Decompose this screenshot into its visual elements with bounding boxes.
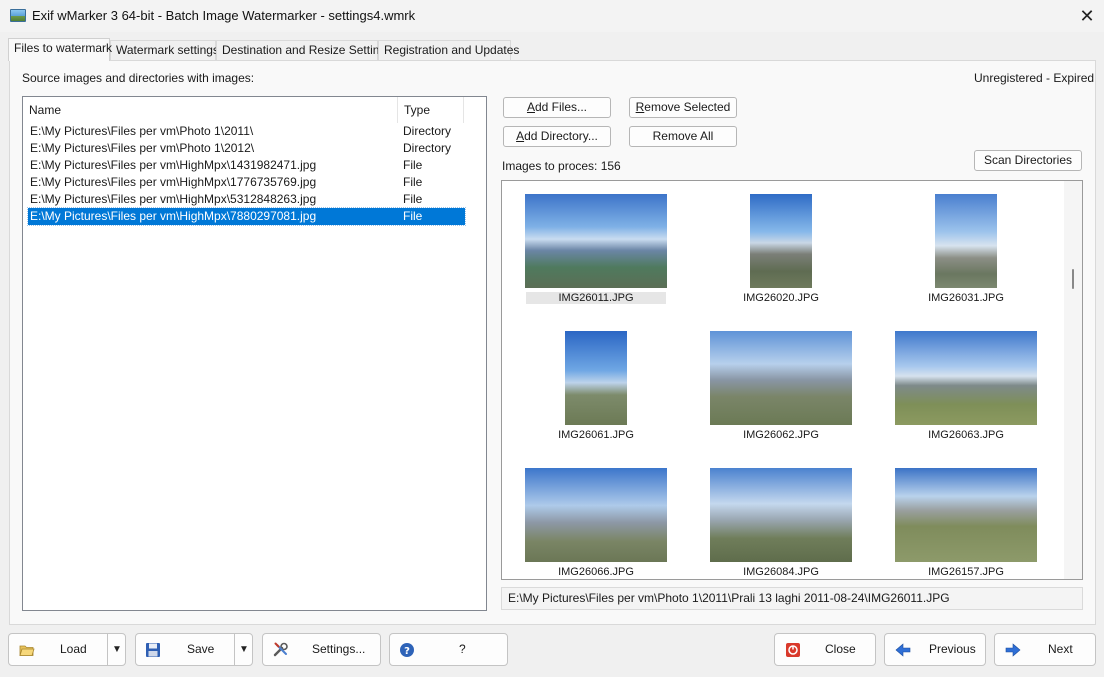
tab-watermark-settings[interactable]: Watermark settings [110,40,219,60]
thumbnail-image[interactable] [750,194,812,288]
list-item-type: File [403,209,423,223]
list-item-type: Directory [403,141,452,155]
thumbnail-caption[interactable]: IMG26011.JPG [526,292,666,304]
list-item-name: E:\My Pictures\Files per vm\HighMpx\1431… [30,158,317,172]
list-item[interactable]: E:\My Pictures\Files per vm\HighMpx\5312… [28,191,465,208]
tab-files-to-watermark[interactable]: Files to watermark [8,38,112,61]
arrow-right-icon [1005,643,1021,657]
thumbnail-caption[interactable]: IMG26031.JPG [896,292,1036,304]
scan-directories-button[interactable]: Scan Directories [974,150,1082,171]
column-header-type[interactable]: Type [398,97,464,123]
source-file-list[interactable]: Name Type E:\My Pictures\Files per vm\Ph… [22,96,487,611]
remove-all-button[interactable]: Remove All [629,126,737,147]
tab-destination-resize[interactable]: Destination and Resize Settings [216,40,392,60]
settings-button[interactable]: Settings... [262,633,381,666]
floppy-disk-icon [146,643,160,657]
list-item-name: E:\My Pictures\Files per vm\HighMpx\1776… [30,175,317,189]
save-button[interactable]: Save ▼ [135,633,253,666]
app-icon [10,9,26,22]
list-item-selected[interactable]: E:\My Pictures\Files per vm\HighMpx\7880… [27,207,466,226]
thumbnail-caption[interactable]: IMG26063.JPG [896,429,1036,441]
previous-button[interactable]: Previous [884,633,986,666]
thumbnail-caption[interactable]: IMG26084.JPG [711,566,851,578]
help-icon: ? [400,643,414,657]
load-dropdown-chevron-icon[interactable]: ▼ [108,634,126,665]
source-images-heading: Source images and directories with image… [22,71,255,85]
list-item-name: E:\My Pictures\Files per vm\HighMpx\5312… [30,192,317,206]
folder-open-icon [19,645,35,656]
thumbnail-caption[interactable]: IMG26157.JPG [896,566,1036,578]
thumbnail-image[interactable] [525,468,667,562]
list-item-type: File [403,192,423,206]
next-button[interactable]: Next [994,633,1096,666]
remove-selected-button[interactable]: Remove Selected [629,97,737,118]
list-item-type: Directory [403,124,452,138]
arrow-left-icon [895,643,911,657]
add-directory-button[interactable]: Add Directory... [503,126,611,147]
list-item[interactable]: E:\My Pictures\Files per vm\Photo 1\2011… [28,123,465,140]
svg-text:?: ? [404,646,410,657]
title-bar: Exif wMarker 3 64-bit - Batch Image Wate… [0,0,1104,32]
images-count: Images to proces: 156 [502,159,621,173]
tab-registration-updates[interactable]: Registration and Updates [378,40,519,60]
thumbnail-grid[interactable]: IMG26011.JPG IMG26020.JPG IMG26031.JPG I… [501,180,1083,580]
list-item-type: File [403,175,423,189]
list-item[interactable]: E:\My Pictures\Files per vm\HighMpx\1431… [28,157,465,174]
list-item-type: File [403,158,423,172]
thumbnail-caption[interactable]: IMG26066.JPG [526,566,666,578]
thumbnail-image[interactable] [525,194,667,288]
close-window-button[interactable]: ✕ [1072,2,1102,30]
list-header: Name Type [23,97,486,123]
list-item-name: E:\My Pictures\Files per vm\Photo 1\2011… [30,124,254,138]
license-status: Unregistered - Expired [974,71,1095,85]
list-item[interactable]: E:\My Pictures\Files per vm\Photo 1\2012… [28,140,465,157]
thumbnail-image[interactable] [710,331,852,425]
load-button[interactable]: Load ▼ [8,633,126,666]
list-item-name: E:\My Pictures\Files per vm\Photo 1\2012… [30,141,255,155]
save-dropdown-chevron-icon[interactable]: ▼ [235,634,253,665]
window-title: Exif wMarker 3 64-bit - Batch Image Wate… [32,8,416,23]
current-image-path: E:\My Pictures\Files per vm\Photo 1\2011… [501,587,1083,610]
thumbnail-image[interactable] [895,331,1037,425]
scrollbar-thumb[interactable] [1072,269,1074,289]
list-item[interactable]: E:\My Pictures\Files per vm\HighMpx\1776… [28,174,465,191]
thumbnail-caption[interactable]: IMG26020.JPG [711,292,851,304]
thumbnail-image[interactable] [895,468,1037,562]
tab-strip: Files to watermark Watermark settings De… [8,38,1096,61]
thumbnail-image[interactable] [935,194,997,288]
list-item-name: E:\My Pictures\Files per vm\HighMpx\7880… [30,209,317,223]
thumbnail-image[interactable] [710,468,852,562]
help-button[interactable]: ? ? [389,633,508,666]
tools-icon [273,642,288,657]
stop-icon [786,643,800,657]
thumbnail-scrollbar[interactable] [1064,181,1082,579]
add-files-button[interactable]: Add Files... [503,97,611,118]
thumbnail-caption[interactable]: IMG26061.JPG [526,429,666,441]
thumbnail-caption[interactable]: IMG26062.JPG [711,429,851,441]
column-header-name[interactable]: Name [23,97,398,123]
close-button[interactable]: Close [774,633,876,666]
thumbnail-image[interactable] [565,331,627,425]
